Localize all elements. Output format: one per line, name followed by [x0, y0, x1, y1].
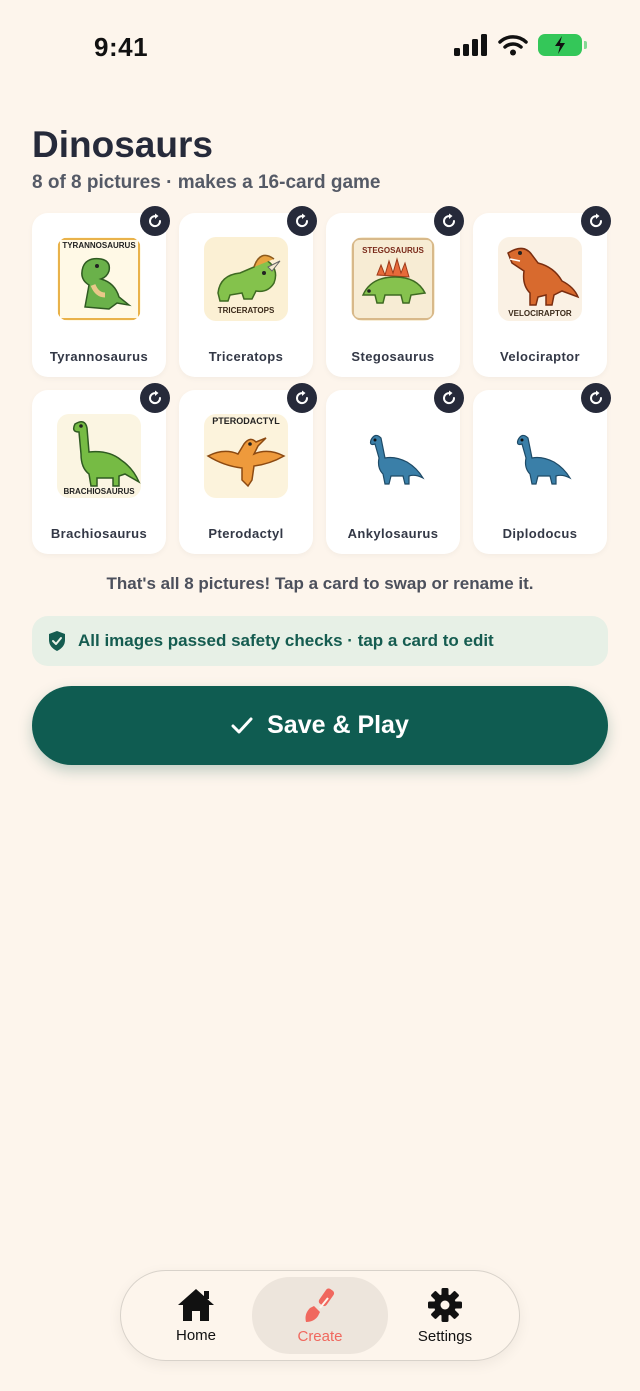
- safety-banner: All images passed safety checks · tap a …: [32, 616, 608, 666]
- tab-create[interactable]: Create: [252, 1277, 388, 1354]
- refresh-icon: [590, 213, 603, 228]
- swap-button[interactable]: [140, 383, 170, 413]
- card-brachiosaurus[interactable]: BRACHIOSAURUS Brachiosaurus: [32, 383, 170, 554]
- t-rex-caption: TYRANNOSAURUS: [62, 241, 136, 250]
- refresh-icon: [443, 390, 456, 405]
- swap-button[interactable]: [581, 206, 611, 236]
- swap-button[interactable]: [581, 383, 611, 413]
- card-triceratops[interactable]: TRICERATOPS Triceratops: [179, 206, 317, 377]
- triceratops-image: TRICERATOPS: [204, 237, 288, 321]
- card-stegosaurus[interactable]: STEGOSAURUS Stegosaurus: [326, 206, 464, 377]
- save-button-label: Save & Play: [267, 711, 409, 739]
- refresh-icon: [296, 390, 309, 405]
- brachiosaurus-image: BRACHIOSAURUS: [57, 414, 141, 498]
- battery-icon: [538, 34, 587, 56]
- tab-settings[interactable]: Settings: [377, 1277, 513, 1354]
- swap-button[interactable]: [434, 383, 464, 413]
- cellular-signal-icon: [454, 34, 487, 56]
- stegosaurus-caption: STEGOSAURUS: [362, 246, 424, 255]
- status-icons: [454, 34, 587, 56]
- card-label: Velociraptor: [500, 349, 580, 364]
- tab-home[interactable]: Home: [128, 1277, 264, 1354]
- card-pterodactyl[interactable]: PTERODACTYL Pterodactyl: [179, 383, 317, 554]
- shield-check-icon: [49, 631, 65, 651]
- checkmark-icon: [231, 717, 253, 733]
- card-label: Ankylosaurus: [347, 526, 439, 541]
- swap-button[interactable]: [287, 383, 317, 413]
- refresh-icon: [443, 213, 456, 228]
- card-ankylosaurus[interactable]: Ankylosaurus: [326, 383, 464, 554]
- status-time: 9:41: [94, 32, 149, 62]
- card-grid: TYRANNOSAURUS Tyrannosaurus TRICERATOPS: [32, 206, 611, 554]
- t-rex-image: TYRANNOSAURUS: [57, 237, 141, 321]
- sauropod-emoji-icon: [351, 414, 435, 498]
- page-title: Dinosaurs: [32, 124, 213, 165]
- card-label: Triceratops: [208, 349, 284, 364]
- refresh-icon: [149, 213, 162, 228]
- pterodactyl-caption: PTERODACTYL: [212, 416, 280, 426]
- swap-button[interactable]: [287, 206, 317, 236]
- tab-create-label: Create: [297, 1328, 343, 1345]
- card-label: Stegosaurus: [351, 349, 435, 364]
- refresh-icon: [296, 213, 309, 228]
- helper-text: That's all 8 pictures! Tap a card to swa…: [106, 574, 534, 593]
- gear-icon: [428, 1288, 462, 1322]
- home-icon: [178, 1289, 214, 1321]
- page-subtitle: 8 of 8 pictures · makes a 16-card game: [32, 172, 381, 193]
- card-label: Brachiosaurus: [50, 526, 148, 541]
- swap-button[interactable]: [434, 206, 464, 236]
- velociraptor-image: VELOCIRAPTOR: [498, 237, 582, 321]
- swap-button[interactable]: [140, 206, 170, 236]
- wifi-icon: [498, 35, 528, 56]
- card-label: Pterodactyl: [208, 526, 284, 541]
- status-bar: 9:41: [0, 0, 640, 96]
- card-diplodocus[interactable]: Diplodocus: [473, 383, 611, 554]
- pterodactyl-image: PTERODACTYL: [204, 414, 288, 498]
- paintbrush-icon: [305, 1288, 335, 1322]
- refresh-icon: [590, 390, 603, 405]
- triceratops-caption: TRICERATOPS: [218, 306, 275, 315]
- safety-banner-text: All images passed safety checks · tap a …: [78, 631, 494, 650]
- refresh-icon: [149, 390, 162, 405]
- sauropod-emoji-icon: [498, 414, 582, 498]
- card-tyrannosaurus[interactable]: TYRANNOSAURUS Tyrannosaurus: [32, 206, 170, 377]
- tab-home-label: Home: [175, 1327, 216, 1344]
- tab-bar: Home Create Settings: [120, 1270, 520, 1361]
- card-velociraptor[interactable]: VELOCIRAPTOR Velociraptor: [473, 206, 611, 377]
- save-and-play-button[interactable]: Save & Play: [32, 686, 608, 765]
- tab-settings-label: Settings: [417, 1328, 473, 1345]
- stegosaurus-image: STEGOSAURUS: [351, 237, 435, 321]
- velociraptor-caption: VELOCIRAPTOR: [508, 309, 572, 318]
- brachiosaurus-caption: BRACHIOSAURUS: [63, 487, 135, 496]
- card-label: Diplodocus: [502, 526, 578, 541]
- card-label: Tyrannosaurus: [49, 349, 149, 364]
